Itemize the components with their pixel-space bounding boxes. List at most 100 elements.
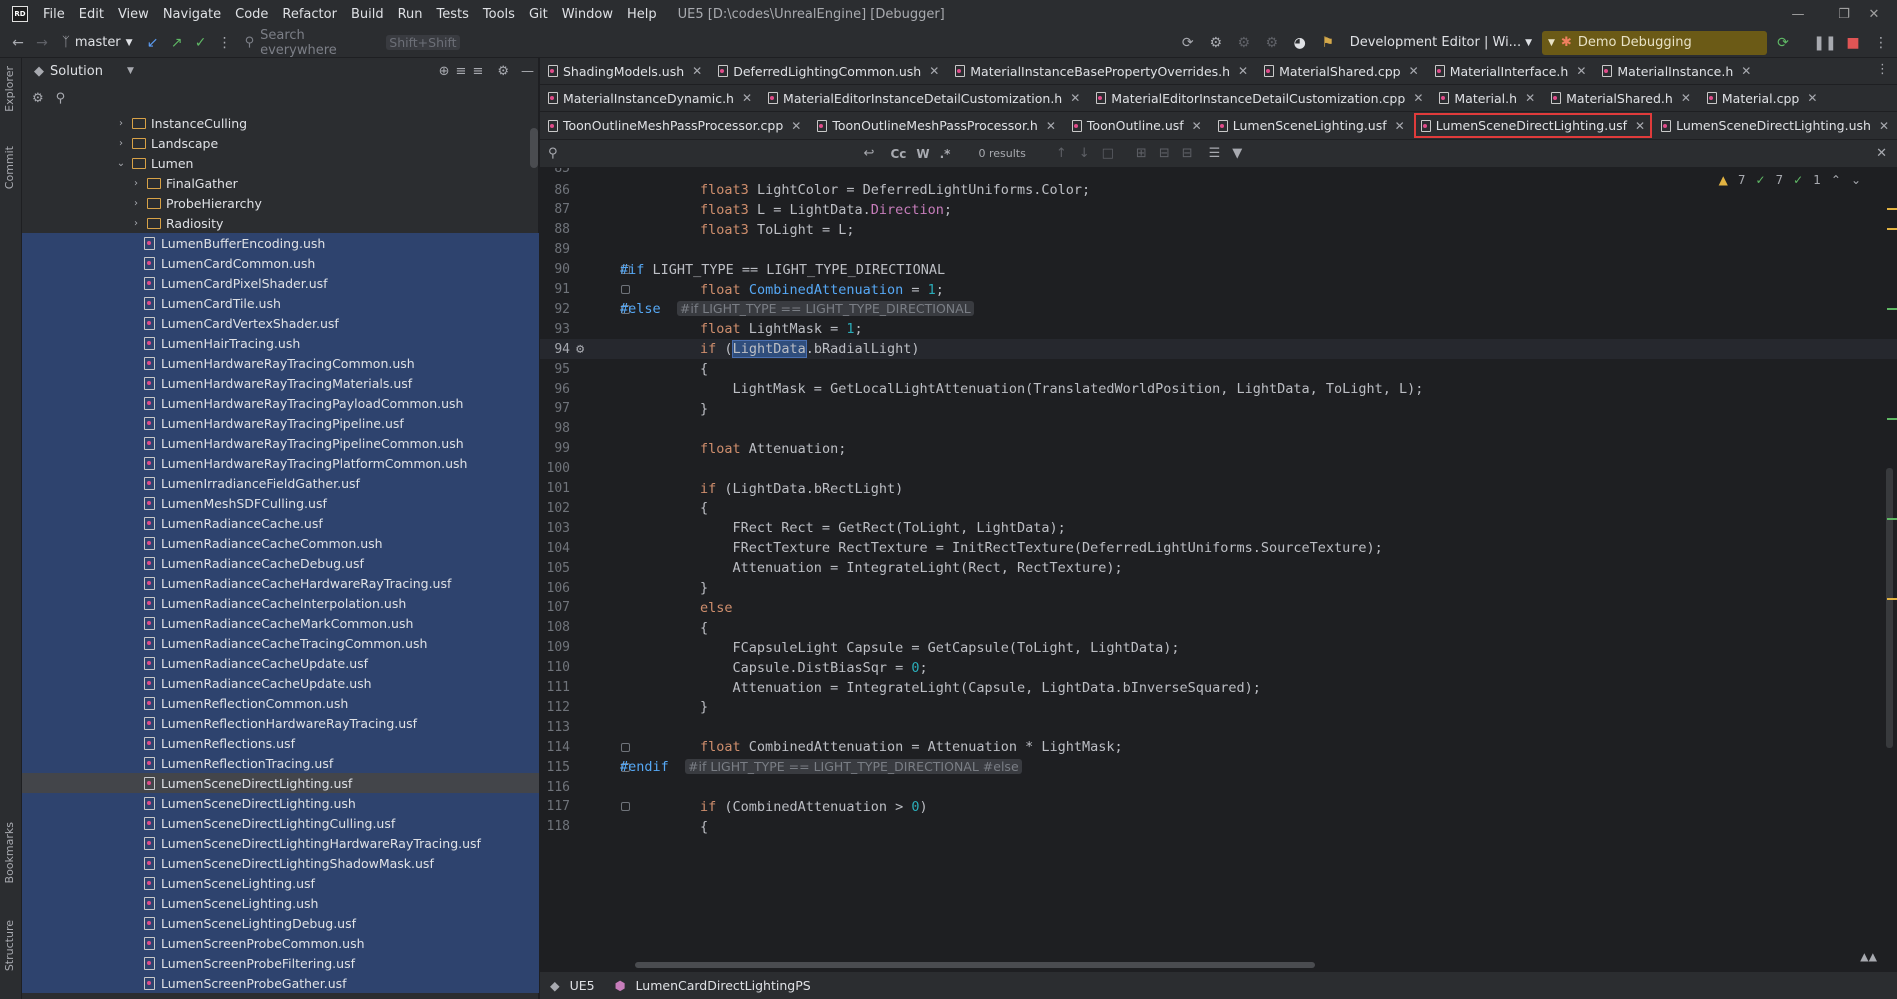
tree-scrollbar[interactable] (530, 128, 538, 168)
editor-tab[interactable]: MaterialEditorInstanceDetailCustomizatio… (1088, 85, 1431, 112)
code-line[interactable]: 98 (540, 419, 1897, 439)
tree-file[interactable]: LumenRadianceCacheHardwareRayTracing.usf (22, 573, 539, 593)
stop-icon[interactable]: ■ (1841, 31, 1865, 55)
unreal-icon[interactable]: ◕ (1288, 31, 1312, 55)
more-vertical-icon[interactable]: ⋮ (1869, 31, 1893, 55)
close-tab-icon[interactable]: ✕ (929, 64, 939, 78)
editor-tab[interactable]: ToonOutline.usf ✕ (1064, 112, 1210, 139)
editor-horizontal-scrollbar[interactable] (635, 962, 1315, 968)
code-line[interactable]: 90 #if LIGHT_TYPE == LIGHT_TYPE_DIRECTION… (540, 260, 1897, 280)
editor-tab[interactable]: MaterialEditorInstanceDetailCustomizatio… (760, 85, 1088, 112)
close-tab-icon[interactable]: ✕ (1807, 91, 1817, 105)
code-editor[interactable]: 85 86 float3 LightColor = DeferredLightU… (540, 168, 1897, 971)
close-tab-icon[interactable]: ✕ (1576, 64, 1586, 78)
tree-folder[interactable]: › Radiosity (22, 213, 539, 233)
tree-file[interactable]: LumenRadianceCacheMarkCommon.ush (22, 613, 539, 633)
warning-marker[interactable] (1887, 208, 1897, 210)
tree-file[interactable]: LumenRadianceCacheUpdate.usf (22, 653, 539, 673)
close-tab-icon[interactable]: ✕ (1192, 119, 1202, 133)
code-line[interactable]: 112 } (540, 697, 1897, 717)
push-icon[interactable]: ↗ (165, 31, 189, 55)
code-line[interactable]: 102 { (540, 498, 1897, 518)
editor-tab[interactable]: MaterialShared.h ✕ (1543, 85, 1699, 112)
close-tab-icon[interactable]: ✕ (692, 64, 702, 78)
locate-icon[interactable]: ⊕ (439, 64, 450, 79)
expand-all-icon[interactable]: ≡ (456, 64, 467, 79)
tree-file[interactable]: LumenCardCommon.ush (22, 253, 539, 273)
close-tab-icon[interactable]: ✕ (1681, 91, 1691, 105)
editor-tab[interactable]: Material.cpp ✕ (1699, 85, 1826, 112)
code-line[interactable]: 109 FCapsuleLight Capsule = GetCapsule(T… (540, 638, 1897, 658)
tree-file[interactable]: LumenHardwareRayTracingMaterials.usf (22, 373, 539, 393)
tree-file[interactable]: LumenSceneDirectLightingShadowMask.usf (22, 853, 539, 873)
tree-file[interactable]: LumenSceneLightingDebug.usf (22, 913, 539, 933)
editor-tab[interactable]: ToonOutlineMeshPassProcessor.cpp ✕ (540, 112, 809, 139)
code-line[interactable]: 118 { (540, 817, 1897, 837)
tree-file[interactable]: LumenScreenProbeCommon.ush (22, 933, 539, 953)
code-line[interactable]: 117 if (CombinedAttenuation > 0) (540, 797, 1897, 817)
tree-file[interactable]: LumenReflectionHardwareRayTracing.usf (22, 713, 539, 733)
search-icon[interactable]: ⚲ (56, 91, 66, 106)
new-line-icon[interactable]: ↩ (864, 146, 875, 161)
tree-file[interactable]: LumenSceneDirectLighting.ush (22, 793, 539, 813)
code-line[interactable]: 115 #endif #if LIGHT_TYPE == LIGHT_TYPE_D… (540, 757, 1897, 777)
code-line[interactable]: 108 { (540, 618, 1897, 638)
tree-file[interactable]: LumenCardPixelShader.usf (22, 273, 539, 293)
tree-file[interactable]: LumenHairTracing.ush (22, 333, 539, 353)
refresh-icon[interactable]: ⟳ (1176, 31, 1200, 55)
close-window-icon[interactable]: ✕ (1851, 0, 1897, 28)
structure-tool-tab[interactable]: Structure (3, 920, 16, 971)
ok-marker[interactable] (1887, 308, 1897, 310)
minimize-icon[interactable]: — (1775, 0, 1821, 28)
prev-occurrence-icon[interactable]: ↑ (1056, 146, 1067, 161)
code-line[interactable]: 116 (540, 777, 1897, 797)
close-tab-icon[interactable]: ✕ (1409, 64, 1419, 78)
tree-folder[interactable]: ⌄ Lumen (22, 153, 539, 173)
code-line[interactable]: 93 float LightMask = 1; (540, 319, 1897, 339)
tree-file[interactable]: LumenSceneDirectLighting.usf (22, 773, 539, 793)
profiler-icon[interactable]: ⚙ (1232, 31, 1256, 55)
run-configuration-selector[interactable]: Development Editor | Wi... ▼ (1344, 35, 1538, 50)
code-line[interactable]: 105 Attenuation = IntegrateLight(Rect, R… (540, 558, 1897, 578)
tree-file[interactable]: LumenRadianceCacheUpdate.ush (22, 673, 539, 693)
menu-file[interactable]: File (36, 7, 72, 22)
tree-file[interactable]: LumenSceneLighting.ush (22, 893, 539, 913)
close-tab-icon[interactable]: ✕ (1395, 119, 1405, 133)
find-option-toggle[interactable]: .* (940, 147, 951, 161)
code-line[interactable]: 111 Attenuation = IntegrateLight(Capsule… (540, 678, 1897, 698)
tree-file[interactable]: LumenHardwareRayTracingPlatformCommon.us… (22, 453, 539, 473)
editor-tab[interactable]: Material.h ✕ (1431, 85, 1543, 112)
add-occurrence-icon[interactable]: ⊞ (1136, 146, 1147, 161)
close-tab-icon[interactable]: ✕ (1070, 91, 1080, 105)
fold-marker-icon[interactable] (621, 802, 630, 812)
tree-file[interactable]: LumenRadianceCacheCommon.ush (22, 533, 539, 553)
find-input[interactable] (563, 146, 864, 161)
editor-tab[interactable]: MaterialInstanceDynamic.h ✕ (540, 85, 760, 112)
tree-file[interactable]: LumenRadianceCacheInterpolation.ush (22, 593, 539, 613)
code-line[interactable]: 91 float CombinedAttenuation = 1; (540, 280, 1897, 300)
tree-file[interactable]: LumenCardTile.ush (22, 293, 539, 313)
rider-logo[interactable]: RD (12, 6, 28, 22)
hide-panel-icon[interactable]: — (521, 64, 534, 79)
back-arrow-icon[interactable]: ← (6, 31, 30, 55)
inspection-widget[interactable]: ▲ 7 ✓ 7 ✓ 1 ⌃ ⌄ (1719, 168, 1861, 192)
editor-vertical-scrollbar[interactable] (1886, 468, 1893, 748)
tab-menu-icon[interactable]: ⋮ (1876, 62, 1889, 77)
editor-tab[interactable]: LumenSceneDirectLighting.usf ✕ (1413, 112, 1653, 139)
close-find-icon[interactable]: ✕ (1876, 146, 1887, 161)
menu-run[interactable]: Run (391, 7, 430, 22)
menu-tests[interactable]: Tests (430, 7, 476, 22)
filter-search-results-icon[interactable]: □ (1102, 146, 1114, 161)
editor-tab[interactable]: LumenSceneDirectLighting.ush ✕ (1653, 112, 1897, 139)
editor-tab[interactable]: DeferredLightingCommon.ush ✕ (710, 58, 947, 85)
close-tab-icon[interactable]: ✕ (1741, 64, 1751, 78)
menu-tools[interactable]: Tools (476, 7, 522, 22)
tree-file[interactable]: LumenSceneDirectLightingHardwareRayTraci… (22, 833, 539, 853)
chevron-right-icon[interactable]: › (129, 178, 143, 189)
code-line[interactable]: 101 if (LightData.bRectLight) (540, 479, 1897, 499)
close-tab-icon[interactable]: ✕ (1046, 119, 1056, 133)
code-line[interactable]: 86 float3 LightColor = DeferredLightUnif… (540, 180, 1897, 200)
code-line[interactable]: 110 Capsule.DistBiasSqr = 0; (540, 658, 1897, 678)
show-files-icon[interactable]: ⚙ (32, 91, 44, 106)
breakpoint-gutter-icon[interactable]: ⚙ (576, 341, 584, 357)
